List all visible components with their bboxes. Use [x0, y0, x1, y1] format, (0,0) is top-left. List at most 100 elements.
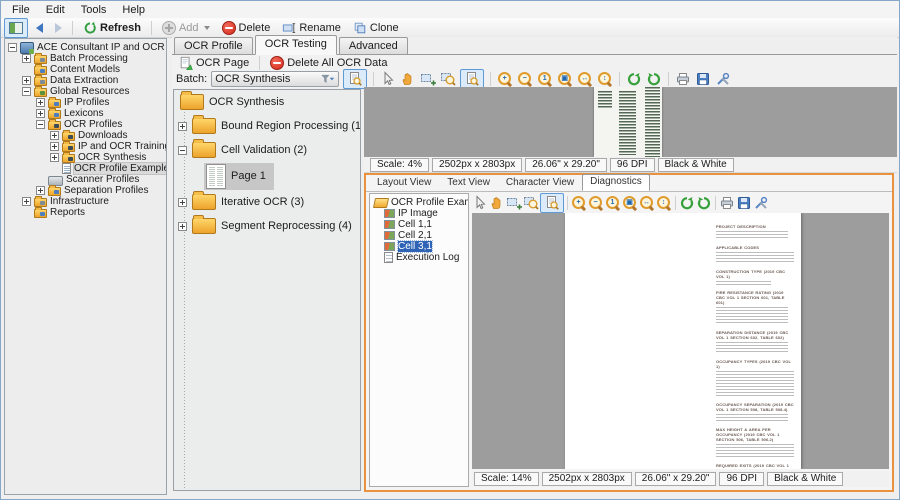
- tree-item-global-resources[interactable]: Global Resources: [5, 86, 166, 97]
- save-icon[interactable]: [736, 195, 752, 211]
- batch-item-segment-reprocessing[interactable]: Segment Reprocessing (4): [174, 214, 360, 238]
- page-magnifier-button[interactable]: [540, 193, 564, 213]
- zoom-fit-icon[interactable]: [622, 195, 638, 211]
- expander[interactable]: [22, 197, 31, 206]
- diag-item-cell-3-1[interactable]: Cell 3,1: [370, 241, 468, 252]
- expander[interactable]: [36, 98, 45, 107]
- forward-button[interactable]: [51, 21, 66, 35]
- tree-item-downloads[interactable]: Downloads: [5, 130, 166, 141]
- zoom-selection-icon[interactable]: [523, 195, 539, 211]
- document-viewport[interactable]: PROJECT DESCRIPTION APPLICABLE CODES CON…: [472, 213, 889, 469]
- refresh-button[interactable]: Refresh: [79, 19, 145, 37]
- tree-item-ocr-profile-example[interactable]: OCR Profile Example: [5, 163, 166, 174]
- print-icon[interactable]: [675, 71, 691, 87]
- tab-layout-view[interactable]: Layout View: [369, 175, 439, 191]
- expander[interactable]: [178, 222, 187, 231]
- zoom-fit-icon[interactable]: [557, 71, 573, 87]
- zoom-fit-width-icon[interactable]: [639, 195, 655, 211]
- zoom-fit-width-icon[interactable]: [577, 71, 593, 87]
- tree-item-scanner-profiles[interactable]: Scanner Profiles: [5, 174, 166, 185]
- zoom-fit-height-icon[interactable]: [656, 195, 672, 211]
- diag-item-profile-example[interactable]: OCR Profile Example: [370, 197, 468, 208]
- zoom-in-icon[interactable]: [497, 71, 513, 87]
- collapse-expander[interactable]: [22, 87, 31, 96]
- zoom-fit-height-icon[interactable]: [597, 71, 613, 87]
- tree-item-data-extraction[interactable]: Data Extraction: [5, 75, 166, 86]
- expander[interactable]: [50, 142, 59, 151]
- pan-hand-icon[interactable]: [489, 195, 505, 211]
- collapse-expander[interactable]: [36, 120, 45, 129]
- save-icon[interactable]: [695, 71, 711, 87]
- zoom-actual-icon[interactable]: [537, 71, 553, 87]
- zoom-in-icon[interactable]: [571, 195, 587, 211]
- tree-item-ip-profiles[interactable]: IP Profiles: [5, 97, 166, 108]
- menu-edit[interactable]: Edit: [39, 4, 72, 16]
- tab-character-view[interactable]: Character View: [498, 175, 582, 191]
- tree-item-content-models[interactable]: Content Models: [5, 64, 166, 75]
- pointer-icon[interactable]: [472, 195, 488, 211]
- add-region-icon[interactable]: [420, 71, 436, 87]
- tree-item-ip-ocr-training[interactable]: IP and OCR Training: [5, 141, 166, 152]
- page-thumbnail[interactable]: [594, 87, 662, 157]
- tab-advanced[interactable]: Advanced: [339, 37, 408, 54]
- diag-item-cell-2-1[interactable]: Cell 2,1: [370, 230, 468, 241]
- expander[interactable]: [178, 122, 187, 131]
- delete-button[interactable]: Delete: [218, 19, 275, 37]
- delete-all-ocr-data-button[interactable]: Delete All OCR Data: [266, 54, 391, 72]
- clone-button[interactable]: Clone: [349, 19, 403, 37]
- menu-file[interactable]: File: [5, 4, 37, 16]
- batch-item-ocr-synthesis[interactable]: OCR Synthesis: [174, 90, 360, 114]
- tree-item-batch-processing[interactable]: Batch Processing: [5, 53, 166, 64]
- menu-help[interactable]: Help: [115, 4, 152, 16]
- zoom-selection-icon[interactable]: [440, 71, 456, 87]
- settings-icon[interactable]: [753, 195, 769, 211]
- rotate-cw-icon[interactable]: [696, 195, 712, 211]
- tab-ocr-testing[interactable]: OCR Testing: [255, 35, 337, 55]
- add-button[interactable]: Add: [158, 19, 214, 37]
- page-preview-viewport[interactable]: [364, 87, 897, 157]
- tree-item-lexicons[interactable]: Lexicons: [5, 108, 166, 119]
- print-icon[interactable]: [719, 195, 735, 211]
- diag-item-cell-1-1[interactable]: Cell 1,1: [370, 219, 468, 230]
- add-region-icon[interactable]: [506, 195, 522, 211]
- settings-icon[interactable]: [715, 71, 731, 87]
- tree-item-reports[interactable]: Reports: [5, 207, 166, 218]
- tree-item-ocr-synthesis[interactable]: OCR Synthesis: [5, 152, 166, 163]
- zoom-actual-icon[interactable]: [605, 195, 621, 211]
- back-button[interactable]: [32, 21, 47, 35]
- ocr-page-button[interactable]: OCR Page: [175, 54, 253, 72]
- page-preview-toggle-button[interactable]: [343, 69, 367, 89]
- batch-item-iterative-ocr[interactable]: Iterative OCR (3): [174, 190, 360, 214]
- zoom-out-icon[interactable]: [517, 71, 533, 87]
- tab-ocr-profile[interactable]: OCR Profile: [174, 37, 253, 54]
- batch-item-cell-validation[interactable]: Cell Validation (2): [174, 138, 360, 162]
- tree-item-separation-profiles[interactable]: Separation Profiles: [5, 185, 166, 196]
- batch-combobox[interactable]: OCR Synthesis: [211, 71, 339, 87]
- rotate-ccw-icon[interactable]: [626, 71, 642, 87]
- expander[interactable]: [50, 131, 59, 140]
- pointer-icon[interactable]: [380, 71, 396, 87]
- rotate-ccw-icon[interactable]: [679, 195, 695, 211]
- expander[interactable]: [22, 76, 31, 85]
- pan-hand-icon[interactable]: [400, 71, 416, 87]
- tab-diagnostics[interactable]: Diagnostics: [582, 174, 650, 191]
- page-magnifier-button[interactable]: [460, 69, 484, 89]
- batch-item-bound-region[interactable]: Bound Region Processing (1): [174, 114, 360, 138]
- expander[interactable]: [178, 198, 187, 207]
- tree-item-root[interactable]: ACE Consultant IP and OCR: [5, 42, 166, 53]
- collapse-expander[interactable]: [8, 43, 17, 52]
- tree-item-infrastructure[interactable]: Infrastructure: [5, 196, 166, 207]
- collapse-expander[interactable]: [178, 146, 187, 155]
- zoom-out-icon[interactable]: [588, 195, 604, 211]
- batch-item-page-1[interactable]: Page 1: [174, 162, 360, 190]
- expander[interactable]: [36, 109, 45, 118]
- expander[interactable]: [50, 153, 59, 162]
- expander[interactable]: [36, 186, 45, 195]
- rename-button[interactable]: Rename: [278, 19, 345, 37]
- menu-tools[interactable]: Tools: [74, 4, 114, 16]
- rotate-cw-icon[interactable]: [646, 71, 662, 87]
- diag-item-ip-image[interactable]: IP Image: [370, 208, 468, 219]
- tab-text-view[interactable]: Text View: [439, 175, 498, 191]
- tree-item-ocr-profiles[interactable]: OCR Profiles: [5, 119, 166, 130]
- diag-item-execution-log[interactable]: Execution Log: [370, 252, 468, 263]
